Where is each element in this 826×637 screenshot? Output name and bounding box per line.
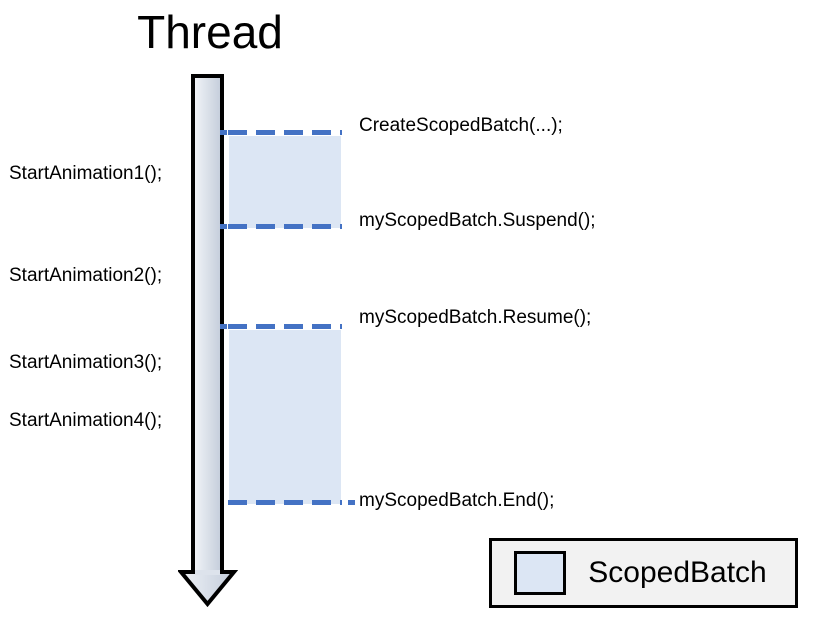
diagram-canvas: Thread StartAnimation1(); StartAnimation… [0, 0, 826, 637]
legend-color-swatch [514, 551, 566, 595]
right-call-resume: myScopedBatch.Resume(); [359, 307, 592, 328]
dash-stub-suspend [220, 224, 227, 229]
first-scoped-batch-region [229, 136, 341, 228]
right-call-create-scoped-batch: CreateScopedBatch(...); [359, 115, 563, 136]
second-scoped-batch-region [229, 330, 341, 504]
dashed-line-create-scoped-batch [228, 130, 342, 135]
dashed-line-end [228, 500, 342, 505]
right-call-suspend: myScopedBatch.Suspend(); [359, 210, 596, 231]
left-call-start-animation-2: StartAnimation2(); [9, 265, 163, 286]
dash-stub-resume [220, 324, 227, 329]
diagram-title: Thread [137, 6, 283, 58]
dash-stub-end [348, 500, 355, 505]
left-call-start-animation-1: StartAnimation1(); [9, 163, 163, 184]
legend-label: ScopedBatch [588, 556, 767, 589]
dash-stub-create [220, 130, 227, 135]
legend: ScopedBatch [489, 538, 798, 608]
left-call-start-animation-3: StartAnimation3(); [9, 352, 163, 373]
dashed-line-suspend [228, 224, 342, 229]
dashed-line-resume [228, 324, 342, 329]
right-call-end: myScopedBatch.End(); [359, 490, 555, 511]
left-call-start-animation-4: StartAnimation4(); [9, 410, 163, 431]
